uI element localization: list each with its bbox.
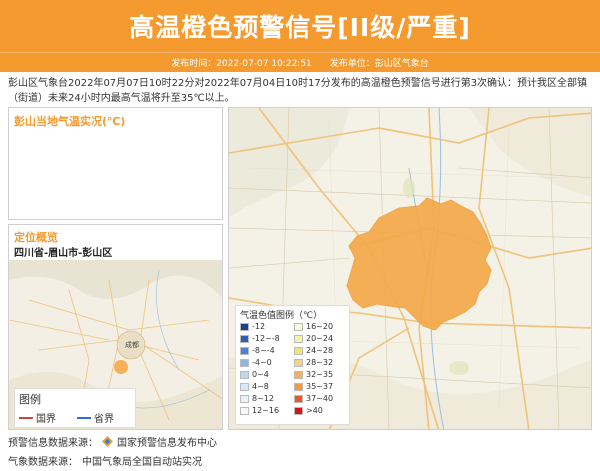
detail-map-panel: 气温色值图例（℃） -12 16~20 -12~-8 20~24 -8~-4 24~28-… — [228, 107, 592, 430]
temperature-legend-item: -12 — [240, 321, 294, 332]
temperature-legend: 气温色值图例（℃） -12 16~20 -12~-8 20~24 -8~-4 24~28-… — [235, 305, 350, 425]
legend-swatch — [240, 322, 249, 331]
warning-banner: 高温橙色预警信号[II级/严重] — [0, 0, 600, 52]
overview-legend-title: 图例 — [19, 393, 41, 406]
legend-swatch — [240, 394, 249, 403]
legend-swatch — [294, 334, 303, 343]
legend-label: 16~20 — [306, 322, 334, 331]
legend-label: 28~32 — [306, 358, 334, 367]
legend-label: 0~4 — [252, 370, 269, 379]
warning-source: 预警信息数据来源： 国家预警信息发布中心 — [8, 434, 217, 449]
location-panel-title: 定位概览 — [14, 231, 58, 244]
province-border-label: 省界 — [94, 414, 114, 425]
country-border-label: 国界 — [36, 414, 56, 425]
legend-swatch — [240, 406, 249, 415]
legend-label: 12~16 — [252, 406, 280, 415]
temperature-legend-item: -8~-4 — [240, 345, 294, 356]
legend-label: -12~-8 — [252, 334, 280, 343]
legend-swatch — [240, 370, 249, 379]
country-border-line-icon — [19, 416, 33, 419]
temperature-panel: 彭山当地气温实况(℃) — [8, 107, 223, 220]
weather-source-label: 气象数据来源： — [8, 457, 78, 468]
region-path: 四川省-眉山市-彭山区 — [14, 248, 113, 259]
temperature-legend-item: 37~40 — [294, 393, 348, 404]
temperature-panel-title: 彭山当地气温实况(℃) — [14, 115, 126, 128]
legend-label: >40 — [306, 406, 323, 415]
temperature-legend-item: 20~24 — [294, 333, 348, 344]
legend-swatch — [294, 358, 303, 367]
temperature-legend-item: 35~37 — [294, 381, 348, 392]
legend-label: 8~12 — [252, 394, 274, 403]
temperature-legend-item: 32~35 — [294, 369, 348, 380]
legend-label: 24~28 — [306, 346, 334, 355]
warning-page: { "banner": {"title": "高温橙色预警信号[II级/严重]"… — [0, 0, 600, 471]
legend-swatch — [294, 370, 303, 379]
legend-label: 4~8 — [252, 382, 269, 391]
warning-title: 高温橙色预警信号[II级/严重] — [129, 13, 471, 42]
temperature-legend-grid: -12 16~20 -12~-8 20~24 -8~-4 24~28 -4~0 28~32 0~… — [240, 321, 348, 416]
location-panel: 定位概览 四川省-眉山市-彭山区 成都 图例 国界 省界 — [8, 224, 223, 430]
temperature-legend-item: >40 — [294, 405, 348, 416]
warning-source-value: 国家预警信息发布中心 — [117, 438, 217, 449]
legend-label: 37~40 — [306, 394, 334, 403]
temperature-legend-item: 4~8 — [240, 381, 294, 392]
legend-label: -4~0 — [252, 358, 272, 367]
temperature-legend-title: 气温色值图例（℃） — [240, 311, 323, 321]
legend-swatch — [240, 358, 249, 367]
map-city-label: 成都 — [125, 340, 139, 349]
legend-label: 20~24 — [306, 334, 334, 343]
overview-legend: 图例 国界 省界 — [14, 388, 136, 428]
legend-item-country-border: 国界 — [19, 410, 56, 425]
legend-swatch — [294, 406, 303, 415]
legend-label: -12 — [252, 322, 266, 331]
temperature-legend-item: -4~0 — [240, 357, 294, 368]
legend-label: -8~-4 — [252, 346, 275, 355]
legend-swatch — [294, 394, 303, 403]
temperature-legend-item: 8~12 — [240, 393, 294, 404]
temperature-legend-item: -12~-8 — [240, 333, 294, 344]
legend-swatch — [240, 334, 249, 343]
legend-label: 32~35 — [306, 370, 334, 379]
temperature-legend-item: 24~28 — [294, 345, 348, 356]
publish-bar: 发布时间：2022-07-07 10:22:51 发布单位：彭山区气象台 — [0, 52, 600, 72]
temperature-legend-item: 28~32 — [294, 357, 348, 368]
warning-source-label: 预警信息数据来源： — [8, 438, 98, 449]
pengshan-marker — [114, 360, 128, 374]
temperature-legend-item: 16~20 — [294, 321, 348, 332]
publish-unit: 发布单位：彭山区气象台 — [329, 59, 429, 69]
legend-swatch — [294, 322, 303, 331]
legend-item-province-border: 省界 — [77, 410, 114, 425]
temperature-legend-item: 12~16 — [240, 405, 294, 416]
weather-source: 气象数据来源： 中国气象局全国自动站实况 — [8, 453, 202, 468]
legend-swatch — [240, 382, 249, 391]
legend-swatch — [294, 346, 303, 355]
publish-time: 发布时间：2022-07-07 10:22:51 — [171, 59, 312, 69]
legend-label: 35~37 — [306, 382, 334, 391]
temperature-legend-item: 0~4 — [240, 369, 294, 380]
warning-description: 彭山区气象台2022年07月07日10时22分对2022年07月04日10时17… — [8, 78, 588, 104]
legend-swatch — [294, 382, 303, 391]
legend-swatch — [240, 346, 249, 355]
early-warning-logo-icon — [102, 436, 113, 447]
weather-source-value: 中国气象局全国自动站实况 — [82, 457, 202, 468]
province-border-line-icon — [77, 416, 91, 419]
